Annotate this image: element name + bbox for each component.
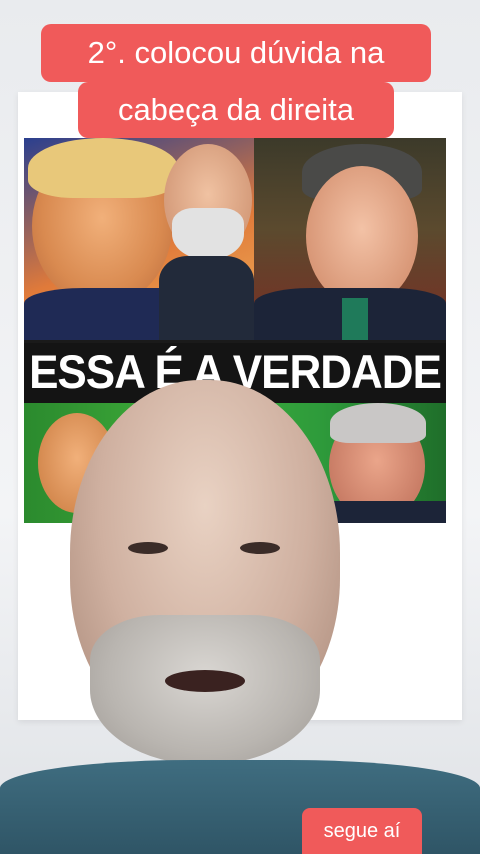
caption-line-1-box: 2°. colocou dúvida na — [41, 24, 431, 82]
presenter-eye — [128, 542, 168, 554]
thumbnail-panel-top-left — [24, 138, 254, 340]
thumbnail-panel-top-right — [254, 138, 446, 340]
presenter — [0, 360, 480, 854]
caption-line-2: cabeça da direita — [117, 92, 355, 127]
person-face — [306, 166, 418, 306]
follow-button-label: segue aí — [323, 819, 401, 842]
follow-button[interactable]: segue aí — [302, 808, 422, 854]
person-suit — [159, 256, 254, 340]
person-hair — [28, 138, 178, 198]
person-beard — [172, 208, 244, 260]
caption-line-2-box: cabeça da direita — [78, 82, 394, 138]
person-tie — [342, 298, 368, 340]
presenter-mouth — [165, 670, 245, 692]
caption-line-1: 2°. colocou dúvida na — [87, 35, 385, 70]
presenter-eye — [240, 542, 280, 554]
